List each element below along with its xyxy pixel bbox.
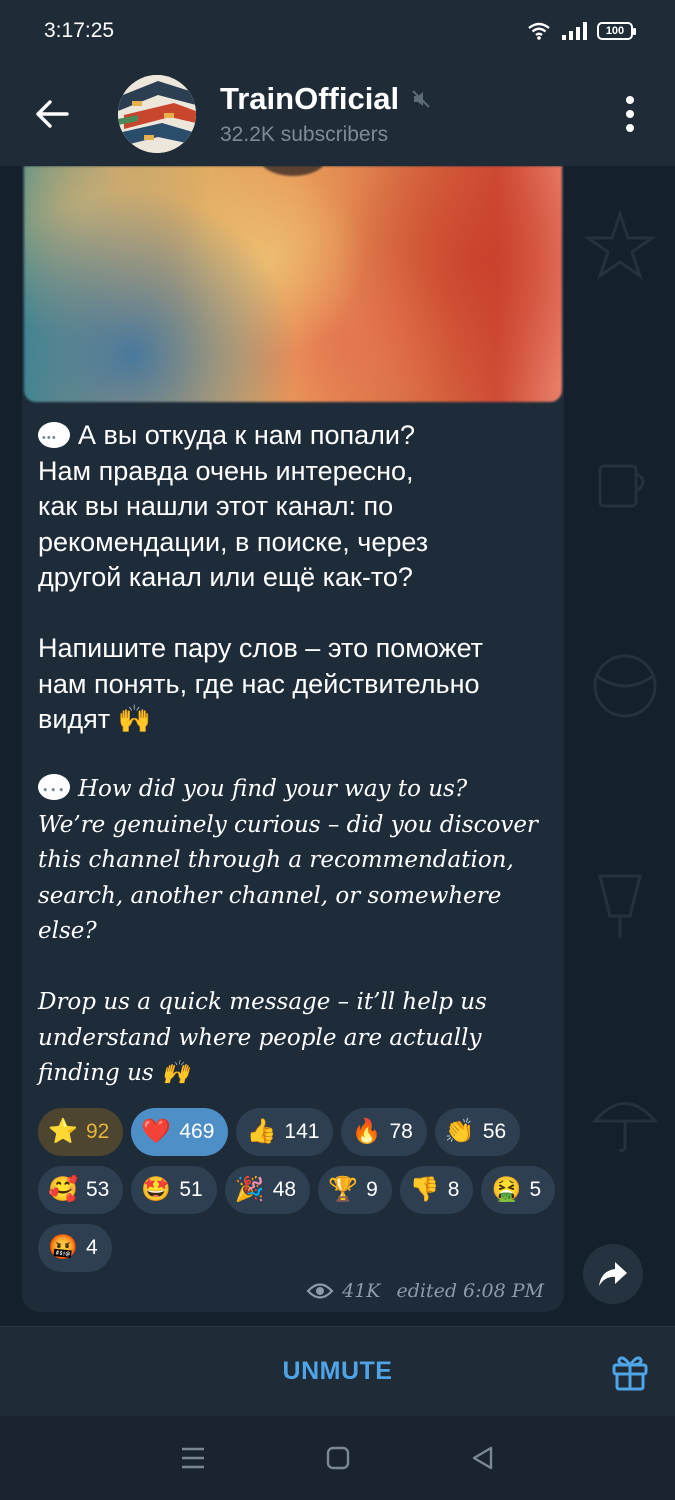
back-button[interactable] (22, 84, 82, 144)
reaction-clap[interactable]: 👏 56 (434, 1108, 521, 1156)
recent-apps-icon[interactable] (180, 1446, 206, 1470)
post-text-ru: А вы откуда к нам попали? Нам правда оче… (38, 418, 556, 738)
reaction-count: 48 (272, 1178, 297, 1201)
reaction-count: 469 (179, 1120, 215, 1143)
doodle-umbrella-icon (591, 1102, 659, 1152)
battery-level: 100 (605, 25, 625, 37)
reaction-cursing[interactable]: 🤬 4 (38, 1224, 112, 1272)
gift-button[interactable] (607, 1349, 653, 1395)
channel-info[interactable]: TrainOfficial 32.2K subscribers (220, 81, 431, 147)
back-nav-icon[interactable] (471, 1446, 495, 1470)
reaction-count: 78 (389, 1120, 413, 1143)
post-text-ru-content: А вы откуда к нам попали? Нам правда оче… (38, 420, 484, 734)
reaction-count: 9 (366, 1178, 378, 1201)
star-icon: ⭐ (48, 1118, 78, 1145)
signal-icon (562, 22, 587, 40)
reaction-thumbs-down[interactable]: 👎 8 (399, 1166, 474, 1214)
post-image[interactable] (24, 166, 562, 402)
reaction-star-struck[interactable]: 🤩 51 (131, 1166, 217, 1214)
channel-avatar[interactable] (118, 75, 196, 153)
reactions-list: ⭐ 92 ❤️ 469 👍 141 🔥 78 👏 56 🥰 53 🤩 51 🎉 (38, 1108, 558, 1272)
gift-icon (612, 1356, 648, 1391)
muted-icon (412, 90, 430, 108)
doodle-cup-icon (598, 464, 645, 508)
channel-post[interactable]: А вы откуда к нам попали? Нам правда оче… (22, 166, 564, 1312)
party-popper-icon: 🎉 (234, 1176, 265, 1203)
cursing-face-icon: 🤬 (48, 1234, 78, 1261)
speech-bubble-icon (38, 773, 70, 809)
status-icons: 100 (527, 22, 636, 40)
reaction-count: 141 (284, 1120, 320, 1143)
subscriber-count: 32.2K subscribers (220, 123, 389, 146)
post-meta: 41K edited 6:08 PM (306, 1280, 544, 1302)
reaction-trophy[interactable]: 🏆 9 (318, 1166, 392, 1214)
fire-icon: 🔥 (351, 1118, 382, 1145)
share-arrow-icon (599, 1262, 627, 1286)
speech-bubble-icon (38, 421, 70, 457)
doodle-lamp-icon (598, 874, 642, 938)
post-text-en: How did you find your way to us? We’re g… (38, 772, 556, 1092)
vomiting-face-icon: 🤮 (491, 1176, 522, 1203)
reaction-count: 51 (179, 1178, 203, 1201)
wifi-icon (528, 22, 550, 40)
image-overlay (258, 166, 328, 176)
view-count: 41K (342, 1280, 381, 1302)
doodle-star-icon (583, 209, 657, 280)
train-avatar-image (118, 75, 196, 153)
thumbs-up-icon: 👍 (246, 1118, 277, 1145)
reaction-count: 53 (86, 1178, 110, 1201)
thumbs-down-icon: 👎 (409, 1176, 440, 1203)
trophy-icon: 🏆 (328, 1176, 359, 1203)
status-time: 3:17:25 (44, 19, 115, 42)
system-nav-bar (0, 1416, 675, 1500)
home-icon[interactable] (326, 1446, 350, 1470)
channel-title: TrainOfficial (220, 81, 400, 116)
post-text-en-content: How did you find your way to us? We’re g… (38, 776, 538, 1086)
more-options-button[interactable] (615, 92, 645, 136)
eye-icon (306, 1283, 334, 1299)
reaction-count: 8 (447, 1178, 460, 1201)
reaction-count: 4 (86, 1236, 98, 1259)
heart-icon: ❤️ (141, 1118, 172, 1145)
unmute-button[interactable]: UNMUTE (283, 1357, 393, 1386)
reaction-vomit[interactable]: 🤮 5 (481, 1166, 556, 1214)
reaction-count: 56 (482, 1120, 507, 1143)
more-vertical-icon (626, 96, 634, 104)
reaction-count: 92 (86, 1120, 110, 1143)
reaction-heart[interactable]: ❤️ 469 (131, 1108, 229, 1156)
channel-header: TrainOfficial 32.2K subscribers (0, 62, 675, 166)
battery-icon: 100 (597, 22, 636, 40)
reaction-fire[interactable]: 🔥 78 (341, 1108, 427, 1156)
reaction-count: 5 (529, 1178, 542, 1201)
clapping-hands-icon: 👏 (444, 1118, 475, 1145)
star-struck-icon: 🤩 (141, 1176, 172, 1203)
reaction-thumbs-up[interactable]: 👍 141 (236, 1108, 334, 1156)
bottom-bar: UNMUTE (0, 1326, 675, 1416)
reaction-star[interactable]: ⭐ 92 (38, 1108, 124, 1156)
reaction-smiling-hearts[interactable]: 🥰 53 (38, 1166, 124, 1214)
doodle-ball-icon (593, 654, 657, 718)
reaction-party[interactable]: 🎉 48 (224, 1166, 311, 1214)
channel-title-row: TrainOfficial (220, 81, 431, 117)
edited-time: edited 6:08 PM (396, 1280, 544, 1302)
share-button[interactable] (583, 1244, 643, 1304)
back-arrow-icon (36, 100, 69, 128)
status-bar: 3:17:25 100 (0, 0, 675, 62)
smiling-hearts-icon: 🥰 (48, 1176, 78, 1203)
